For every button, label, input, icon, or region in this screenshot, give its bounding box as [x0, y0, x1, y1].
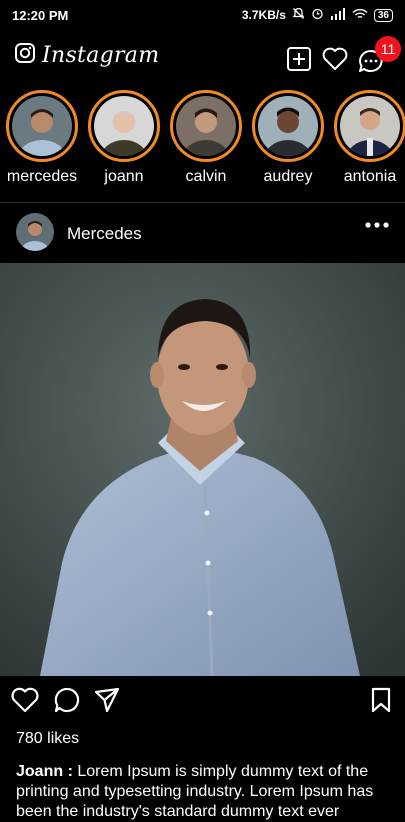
avatar: [94, 96, 154, 156]
stories-row: mercedes joann calvin audrey antonia: [0, 90, 405, 190]
story-name: audrey: [263, 168, 313, 185]
camera-icon: [14, 42, 36, 69]
heart-icon[interactable]: [321, 46, 348, 72]
like-count[interactable]: 780 likes: [16, 730, 79, 748]
story-name: calvin: [185, 168, 227, 185]
instagram-logo[interactable]: Instagram: [14, 42, 159, 69]
story-antonia[interactable]: antonia: [329, 90, 405, 186]
post-username[interactable]: Mercedes: [67, 224, 142, 244]
story-audrey[interactable]: audrey: [247, 90, 329, 186]
story-ring: [88, 90, 160, 162]
post-photo[interactable]: [0, 263, 405, 676]
alarm-icon: [311, 7, 324, 23]
caption-username[interactable]: Joann :: [16, 763, 73, 780]
story-ring: [334, 90, 405, 162]
status-right: 3.7KB/s 36: [242, 7, 393, 23]
avatar: [176, 96, 236, 156]
post-avatar[interactable]: [16, 213, 54, 251]
story-name: joann: [104, 168, 144, 185]
story-joann[interactable]: joann: [83, 90, 165, 186]
story-name: antonia: [343, 168, 397, 185]
signal-icon: [330, 7, 346, 23]
post-actions: [0, 682, 405, 722]
post-caption: Joann : Lorem Ipsum is simply dummy text…: [16, 762, 391, 822]
story-ring: [252, 90, 324, 162]
story-calvin[interactable]: calvin: [165, 90, 247, 186]
story-ring: [170, 90, 242, 162]
bookmark-icon[interactable]: [370, 686, 392, 719]
network-speed: 3.7KB/s: [241, 8, 286, 22]
plus-square-icon[interactable]: [286, 46, 312, 72]
story-mercedes[interactable]: mercedes: [1, 90, 83, 186]
send-icon[interactable]: [93, 686, 121, 719]
wifi-icon: [352, 8, 368, 23]
comment-icon[interactable]: [53, 686, 81, 719]
message-badge: 11: [375, 36, 401, 62]
avatar: [340, 96, 400, 156]
status-bar: 12:20 PM 3.7KB/s 36: [0, 0, 405, 30]
story-name: mercedes: [6, 168, 78, 185]
divider: [0, 202, 405, 203]
story-ring: [6, 90, 78, 162]
more-dots-icon[interactable]: [364, 215, 390, 240]
post-header: Mercedes: [0, 207, 405, 263]
avatar: [258, 96, 318, 156]
status-time: 12:20 PM: [12, 7, 69, 23]
heart-icon[interactable]: [10, 686, 40, 719]
avatar: [12, 96, 72, 156]
app-header: Instagram: [0, 38, 405, 82]
battery-indicator: 36: [373, 8, 393, 22]
logo-text: Instagram: [42, 43, 160, 68]
mute-icon: [292, 7, 305, 23]
